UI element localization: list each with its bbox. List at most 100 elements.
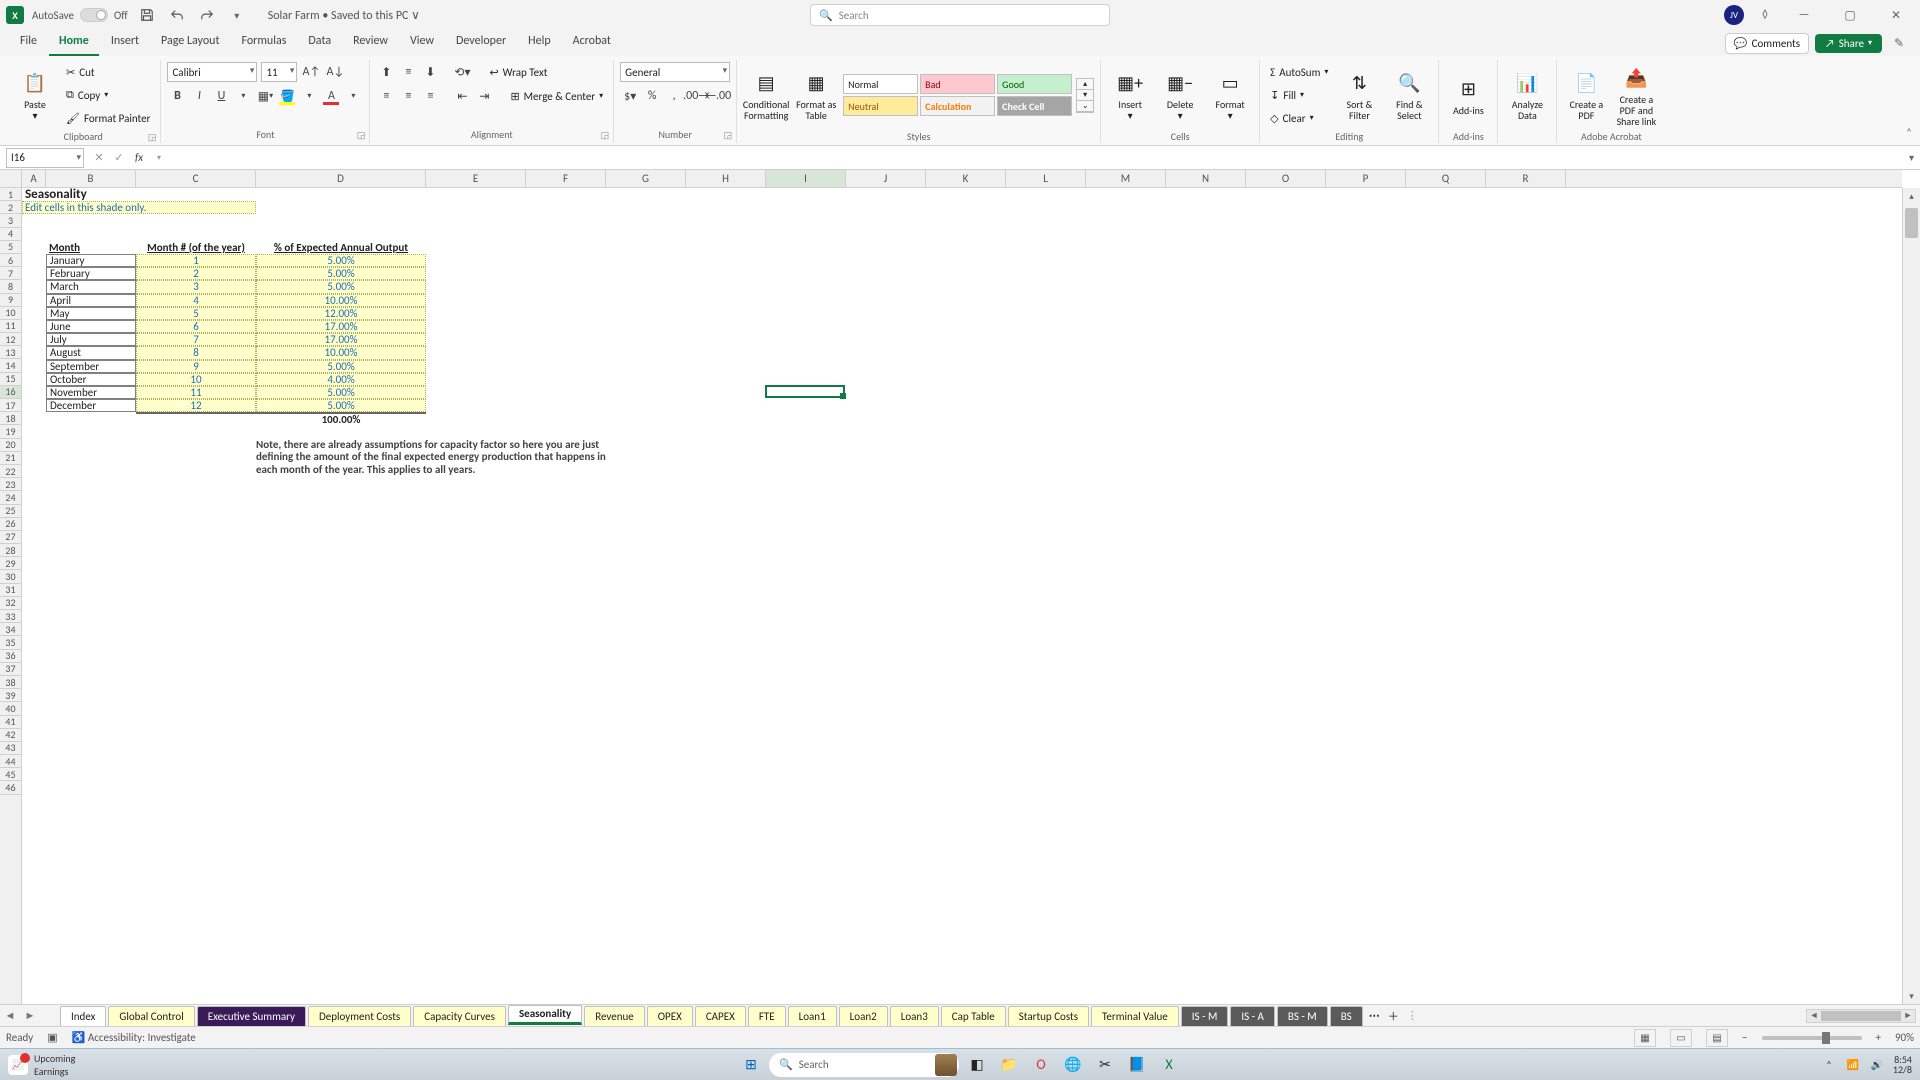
cell-D11[interactable]: 17.00% <box>256 320 426 333</box>
delete-cells-button[interactable]: ▦−Delete▾ <box>1157 62 1203 128</box>
row-header-25[interactable]: 25 <box>0 505 21 518</box>
page-layout-view-icon[interactable]: ▭ <box>1670 1029 1692 1047</box>
decrease-decimal-icon[interactable]: ←.00 <box>708 86 728 106</box>
sheet-tab-seasonality[interactable]: Seasonality <box>508 1005 582 1025</box>
tab-scroll-left-icon[interactable]: ◄ <box>0 1005 20 1027</box>
cell-D12[interactable]: 17.00% <box>256 333 426 346</box>
style-normal[interactable]: Normal <box>843 74 918 94</box>
formula-input[interactable] <box>168 148 1920 168</box>
increase-font-icon[interactable]: A↑ <box>301 62 321 82</box>
worksheet-grid[interactable]: ABCDEFGHIJKLMNOPQR 123456789101112131415… <box>0 170 1920 1004</box>
vscroll-thumb[interactable] <box>1905 208 1918 238</box>
cell-D9[interactable]: 10.00% <box>256 294 426 307</box>
cell-B14[interactable]: September <box>46 360 136 373</box>
account-avatar[interactable]: JV <box>1724 5 1744 25</box>
cell-B8[interactable]: March <box>46 280 136 293</box>
sheet-tab-global-control[interactable]: Global Control <box>108 1006 194 1026</box>
taskbar-clock[interactable]: 8:54 12/8 <box>1893 1055 1912 1075</box>
cell-B15[interactable]: October <box>46 373 136 386</box>
row-header-1[interactable]: 1 <box>0 188 21 201</box>
row-header-23[interactable]: 23 <box>0 478 21 491</box>
ribbon-tab-data[interactable]: Data <box>298 30 341 56</box>
row-header-3[interactable]: 3 <box>0 214 21 227</box>
hscroll-left-icon[interactable]: ◄ <box>1807 1010 1821 1021</box>
row-header-5[interactable]: 5 <box>0 241 21 254</box>
qat-customize-icon[interactable]: ▾ <box>226 4 248 26</box>
row-header-32[interactable]: 32 <box>0 597 21 610</box>
column-header-N[interactable]: N <box>1166 170 1246 187</box>
cell-C9[interactable]: 4 <box>136 294 256 307</box>
more-tabs-icon[interactable]: ⋯ <box>1369 1009 1380 1022</box>
cell-A1[interactable]: Seasonality <box>22 188 256 201</box>
sheet-tab-is-a[interactable]: IS - A <box>1230 1006 1275 1026</box>
share-button[interactable]: ↗ Share ▾ <box>1815 34 1882 53</box>
paste-button[interactable]: 📋 Paste▾ <box>12 62 58 128</box>
widgets-button[interactable]: 📈 Upcoming Earnings <box>8 1052 75 1078</box>
tab-scroll-right-icon[interactable]: ► <box>20 1005 40 1027</box>
sheet-tab-revenue[interactable]: Revenue <box>584 1006 645 1026</box>
tray-expand-icon[interactable]: ˄ <box>1821 1058 1837 1071</box>
cell-B16[interactable]: November <box>46 386 136 399</box>
row-header-14[interactable]: 14 <box>0 359 21 372</box>
row-header-39[interactable]: 39 <box>0 689 21 702</box>
clear-button[interactable]: ◇Clear▾ <box>1266 108 1332 128</box>
autosave-toggle[interactable]: AutoSave Off <box>32 8 128 22</box>
analyze-data-button[interactable]: 📊Analyze Data <box>1504 62 1550 128</box>
style-neutral[interactable]: Neutral <box>843 96 918 116</box>
row-header-10[interactable]: 10 <box>0 307 21 320</box>
row-header-30[interactable]: 30 <box>0 570 21 583</box>
name-box[interactable]: I16▾ <box>6 148 84 168</box>
cell-B7[interactable]: February <box>46 267 136 280</box>
increase-decimal-icon[interactable]: .00→ <box>686 86 706 106</box>
format-cells-button[interactable]: ▭Format▾ <box>1207 62 1253 128</box>
cell-C7[interactable]: 2 <box>136 267 256 280</box>
cell-D14[interactable]: 5.00% <box>256 360 426 373</box>
cell-C14[interactable]: 9 <box>136 360 256 373</box>
ribbon-tab-acrobat[interactable]: Acrobat <box>563 30 621 56</box>
cell-C12[interactable]: 7 <box>136 333 256 346</box>
row-header-17[interactable]: 17 <box>0 399 21 412</box>
redo-icon[interactable] <box>196 4 218 26</box>
orientation-icon[interactable]: ⟲▾ <box>452 62 472 82</box>
chrome-icon[interactable]: 🌐 <box>1059 1053 1087 1077</box>
sheet-tab-loan3[interactable]: Loan3 <box>890 1006 939 1026</box>
style-check-cell[interactable]: Check Cell <box>997 96 1072 116</box>
sheet-tab-is-m[interactable]: IS - M <box>1181 1006 1229 1026</box>
row-header-2[interactable]: 2 <box>0 201 21 214</box>
row-header-15[interactable]: 15 <box>0 373 21 386</box>
row-header-22[interactable]: 22 <box>0 465 21 478</box>
percent-format-icon[interactable]: % <box>642 86 662 106</box>
italic-button[interactable]: I <box>189 86 209 106</box>
sheet-tab-startup-costs[interactable]: Startup Costs <box>1008 1006 1089 1026</box>
coming-soon-icon[interactable]: ◊ <box>1754 4 1776 26</box>
zoom-out-icon[interactable]: − <box>1742 1031 1747 1044</box>
align-center-icon[interactable]: ≡ <box>398 86 418 106</box>
row-header-4[interactable]: 4 <box>0 228 21 241</box>
ribbon-mode-icon[interactable]: ✎ <box>1888 32 1910 54</box>
zoom-in-icon[interactable]: + <box>1876 1031 1881 1044</box>
row-header-19[interactable]: 19 <box>0 425 21 438</box>
increase-indent-icon[interactable]: ⇥ <box>474 86 494 106</box>
copy-button[interactable]: ⧉Copy▾ <box>62 85 154 105</box>
ribbon-tab-view[interactable]: View <box>400 30 444 56</box>
hscroll-right-icon[interactable]: ► <box>1901 1010 1915 1021</box>
scroll-down-icon[interactable]: ▾ <box>1903 988 1920 1004</box>
bold-button[interactable]: B <box>167 86 187 106</box>
column-header-R[interactable]: R <box>1486 170 1566 187</box>
sheet-tab-fte[interactable]: FTE <box>748 1006 786 1026</box>
ribbon-tab-developer[interactable]: Developer <box>446 30 516 56</box>
row-header-11[interactable]: 11 <box>0 320 21 333</box>
row-header-28[interactable]: 28 <box>0 544 21 557</box>
sheet-tab-cap-table[interactable]: Cap Table <box>941 1006 1006 1026</box>
zoom-level[interactable]: 90% <box>1895 1031 1914 1044</box>
cell-D17[interactable]: 5.00% <box>256 399 426 412</box>
chevron-down-icon[interactable]: ▾ <box>150 153 168 163</box>
wifi-icon[interactable]: 📶 <box>1845 1058 1861 1071</box>
find-select-button[interactable]: 🔍Find & Select <box>1386 62 1432 128</box>
comma-format-icon[interactable]: , <box>664 86 684 106</box>
autosave-switch[interactable] <box>80 8 108 22</box>
cell-B17[interactable]: December <box>46 399 136 412</box>
normal-view-icon[interactable]: ▦ <box>1634 1029 1656 1047</box>
column-header-D[interactable]: D <box>256 170 426 187</box>
align-bottom-icon[interactable]: ⬇ <box>420 62 440 82</box>
